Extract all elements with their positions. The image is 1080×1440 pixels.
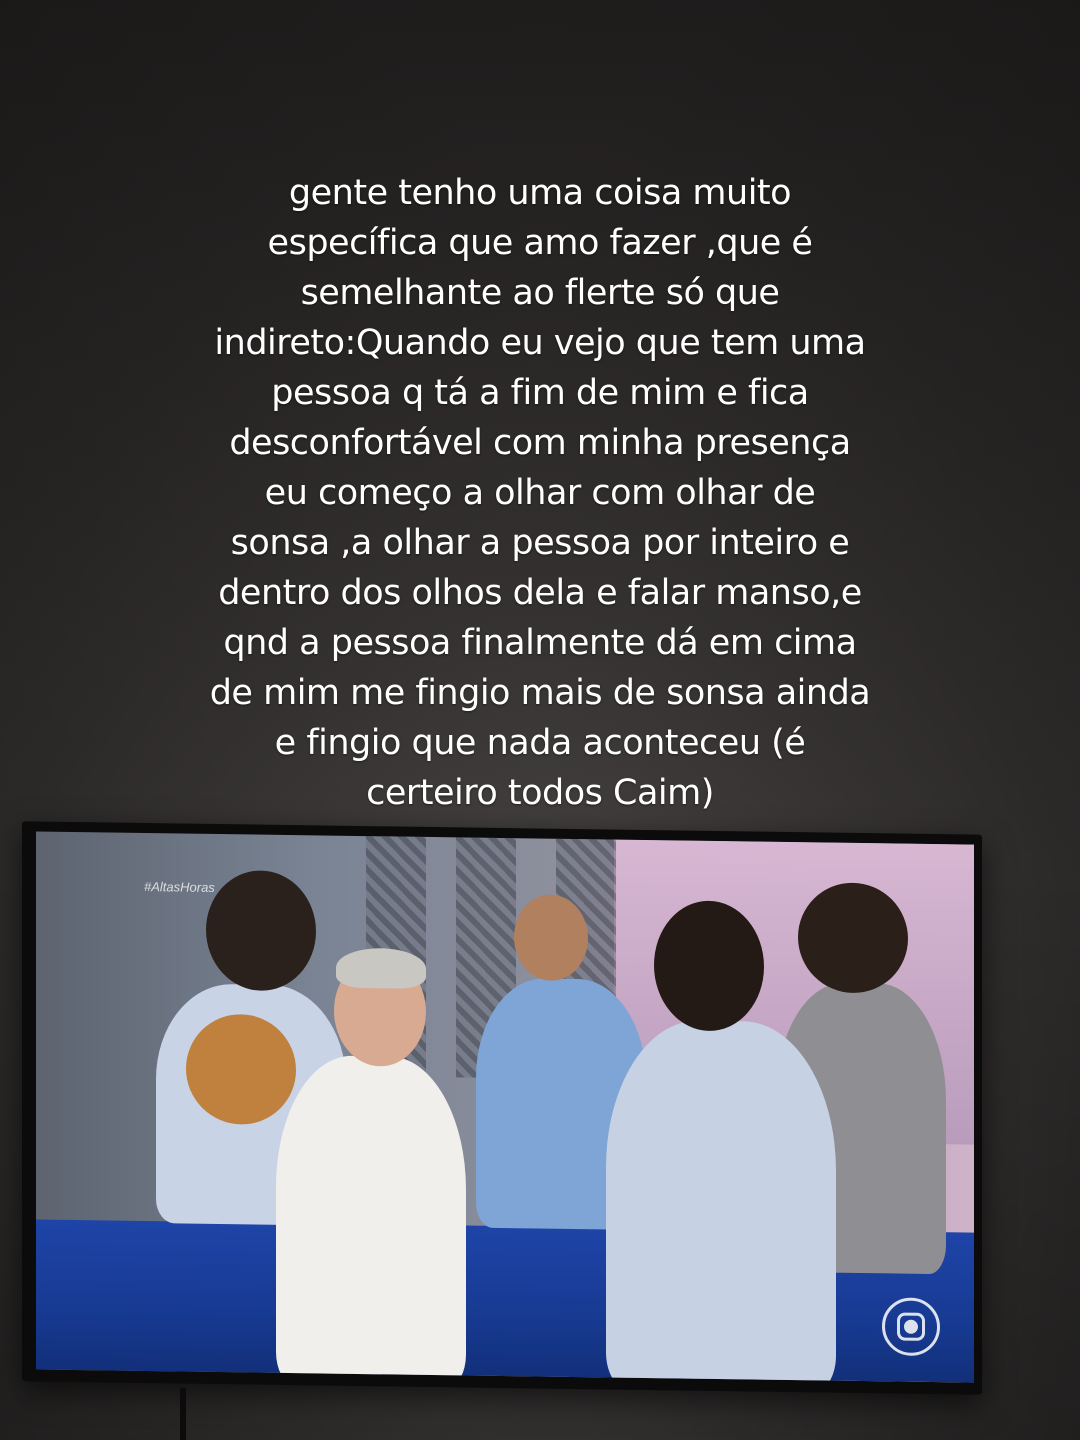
host-white-shirt (276, 1054, 466, 1383)
guitar-body (186, 1013, 296, 1126)
caption-line: pessoa q tá a fim de mim e fica (271, 373, 809, 413)
caption-line: específica que amo fazer ,que é (267, 223, 813, 263)
caption-line: indireto:Quando eu vejo que tem uma (214, 323, 866, 363)
caption-line: certeiro todos Caim) (366, 773, 714, 813)
guest-back-view (606, 1019, 836, 1383)
musician-head (514, 894, 588, 982)
globo-logo-icon (882, 1297, 940, 1357)
caption-line: sonsa ,a olhar a pessoa por inteiro e (230, 523, 850, 563)
tv-cable (180, 1388, 186, 1440)
caption-line: dentro dos olhos dela e falar manso,e (218, 573, 862, 613)
caption-line: desconfortável com minha presença (229, 423, 851, 463)
television: #AltasHoras (22, 821, 982, 1395)
caption-line: semelhante ao flerte só que (300, 273, 780, 313)
overlay-caption: gente tenho uma coisa muito específica q… (150, 168, 930, 818)
host-hair (336, 947, 426, 989)
musician-hair (206, 869, 316, 992)
caption-line: eu começo a olhar com olhar de (264, 473, 816, 513)
musician-hair (798, 882, 908, 994)
program-hashtag: #AltasHoras (144, 879, 215, 895)
guest-head (654, 900, 764, 1032)
caption-line: gente tenho uma coisa muito (288, 173, 792, 213)
caption-line: e fingio que nada aconteceu (é (274, 723, 806, 763)
tv-screen: #AltasHoras (36, 831, 974, 1383)
caption-line: de mim me fingio mais de sonsa ainda (209, 673, 871, 713)
caption-line: qnd a pessoa finalmente dá em cima (223, 623, 857, 663)
